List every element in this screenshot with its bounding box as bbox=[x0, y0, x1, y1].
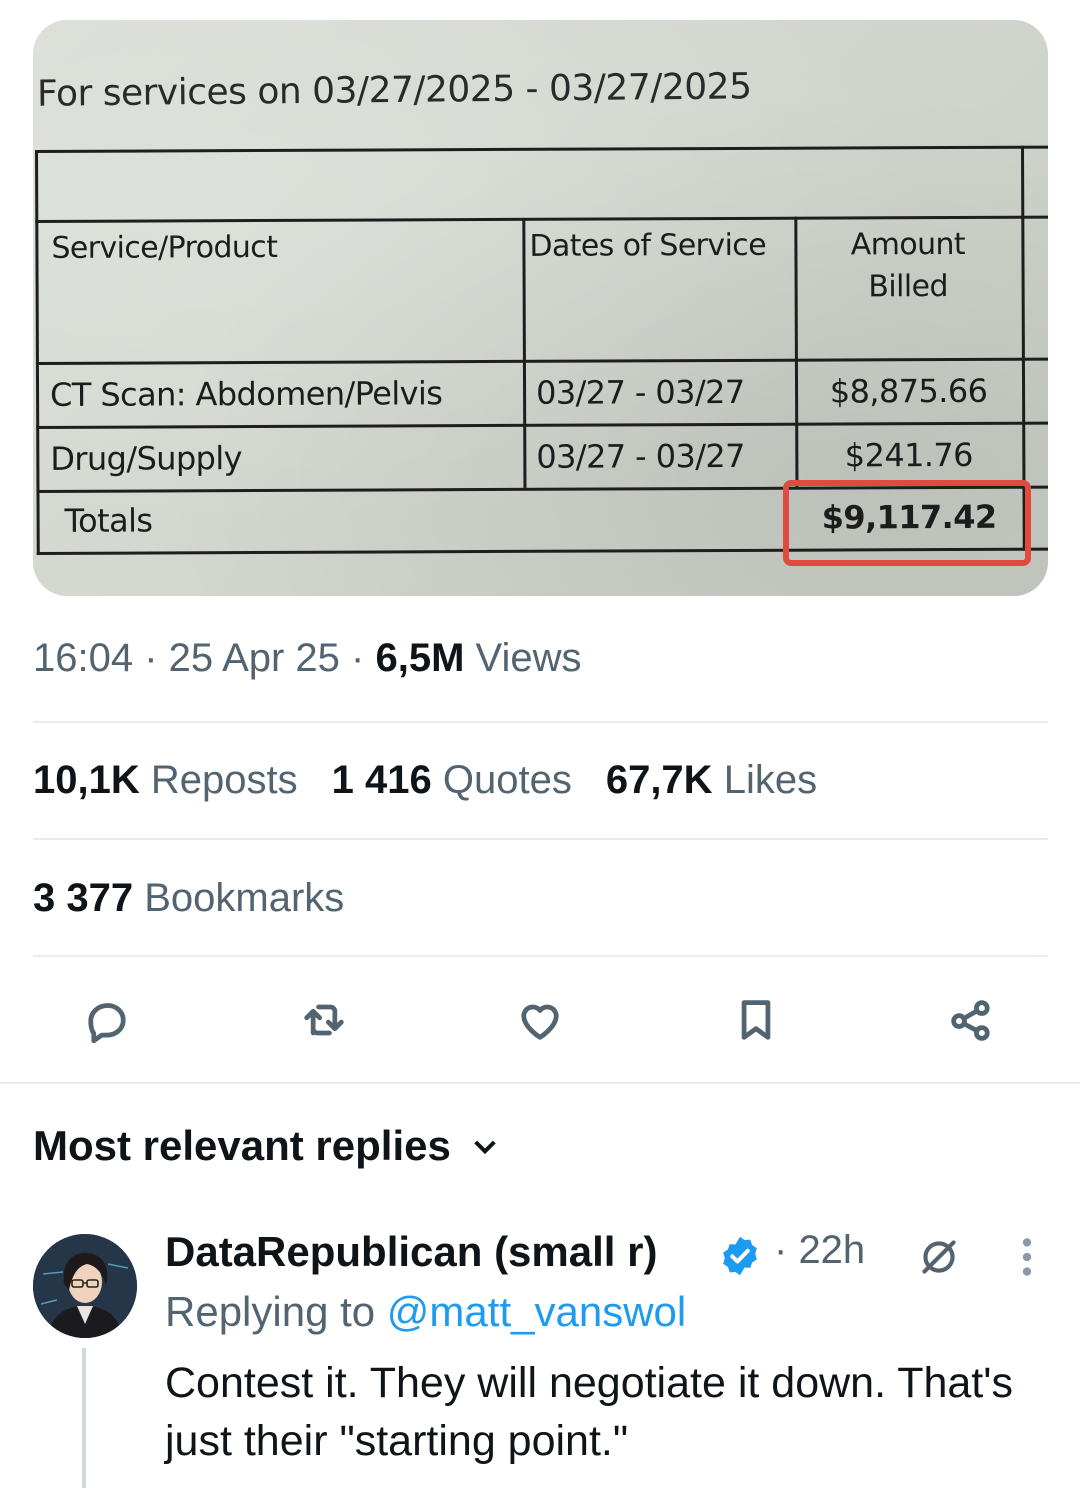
header-dates: Dates of Service bbox=[529, 227, 767, 264]
divider bbox=[33, 721, 1048, 723]
views-label[interactable]: Views bbox=[476, 636, 582, 680]
row-dates: 03/27 - 03/27 bbox=[536, 436, 745, 476]
reposts-count: 10,1K bbox=[33, 758, 140, 802]
meta-separator: · bbox=[351, 636, 376, 680]
replies-sort-dropdown[interactable]: Most relevant replies bbox=[33, 1122, 501, 1170]
reply-author-name[interactable]: DataRepublican (small r) bbox=[165, 1228, 657, 1276]
likes-stat[interactable]: 67,7K Likes bbox=[606, 758, 817, 802]
chevron-down-icon bbox=[474, 1140, 496, 1155]
more-options-icon[interactable] bbox=[1012, 1232, 1042, 1282]
bookmarks-stat[interactable]: 3 377 Bookmarks bbox=[33, 876, 344, 921]
verified-badge-icon bbox=[723, 1236, 757, 1276]
avatar[interactable] bbox=[33, 1234, 137, 1338]
grok-icon[interactable] bbox=[914, 1232, 964, 1282]
reply-time-value: 22h bbox=[798, 1228, 866, 1272]
reply-button[interactable] bbox=[77, 990, 137, 1050]
row-amount: $241.76 bbox=[844, 435, 973, 475]
meta-separator: · bbox=[144, 636, 169, 680]
post-time: 16:04 bbox=[33, 636, 134, 680]
thread-line bbox=[82, 1348, 86, 1488]
replying-to-handle[interactable]: @matt_vanswol bbox=[387, 1288, 686, 1335]
bookmark-icon bbox=[741, 1000, 771, 1040]
engagement-stats: 10,1K Reposts 1 416 Quotes 67,7K Likes bbox=[33, 758, 851, 803]
quotes-label: Quotes bbox=[442, 758, 572, 802]
reply-text: Contest it. They will negotiate it down.… bbox=[165, 1359, 1013, 1465]
post-date: 25 Apr 25 bbox=[168, 636, 340, 680]
like-icon bbox=[521, 1004, 559, 1040]
bookmarks-count: 3 377 bbox=[33, 876, 134, 920]
header-amount-line1: Amount bbox=[850, 226, 966, 263]
replying-to-label: Replying to bbox=[165, 1288, 376, 1335]
quotes-stat[interactable]: 1 416 Quotes bbox=[332, 758, 572, 802]
repost-button[interactable] bbox=[294, 990, 354, 1050]
bookmark-button[interactable] bbox=[726, 990, 786, 1050]
reply-time: · 22h bbox=[774, 1228, 866, 1272]
views-count[interactable]: 6,5M bbox=[375, 636, 464, 680]
row-dates: 03/27 - 03/27 bbox=[535, 372, 745, 412]
like-button[interactable] bbox=[510, 990, 570, 1050]
row-service: CT Scan: Abdomen/Pelvis bbox=[49, 374, 443, 414]
bill-service-dates: For services on 03/27/2025 - 03/27/2025 bbox=[36, 66, 752, 115]
share-button[interactable] bbox=[941, 990, 1001, 1050]
row-service: Drug/Supply bbox=[50, 439, 243, 478]
reply-icon bbox=[88, 1003, 126, 1044]
repost-icon bbox=[304, 1004, 344, 1036]
quotes-count: 1 416 bbox=[331, 758, 432, 802]
avatar-portrait bbox=[33, 1234, 137, 1338]
divider bbox=[33, 955, 1048, 957]
totals-label: Totals bbox=[64, 501, 153, 540]
section-divider bbox=[0, 1082, 1080, 1084]
row-amount: $8,875.66 bbox=[829, 371, 988, 411]
reposts-label: Reposts bbox=[150, 758, 298, 802]
header-service: Service/Product bbox=[51, 229, 278, 266]
post-meta: 16:04 · 25 Apr 25 · 6,5M Views bbox=[33, 636, 582, 681]
likes-label: Likes bbox=[723, 758, 818, 802]
replying-to: Replying to @matt_vanswol bbox=[165, 1288, 686, 1336]
reposts-stat[interactable]: 10,1K Reposts bbox=[33, 758, 298, 802]
attached-photo[interactable]: For services on 03/27/2025 - 03/27/2025 … bbox=[33, 20, 1048, 596]
bookmarks-label: Bookmarks bbox=[144, 876, 345, 920]
totals-highlight-box bbox=[783, 480, 1031, 566]
likes-count: 67,7K bbox=[605, 758, 713, 802]
share-icon bbox=[951, 1000, 990, 1041]
header-amount-line2: Billed bbox=[868, 269, 948, 305]
divider bbox=[33, 838, 1048, 840]
replies-sort-label: Most relevant replies bbox=[33, 1122, 451, 1169]
